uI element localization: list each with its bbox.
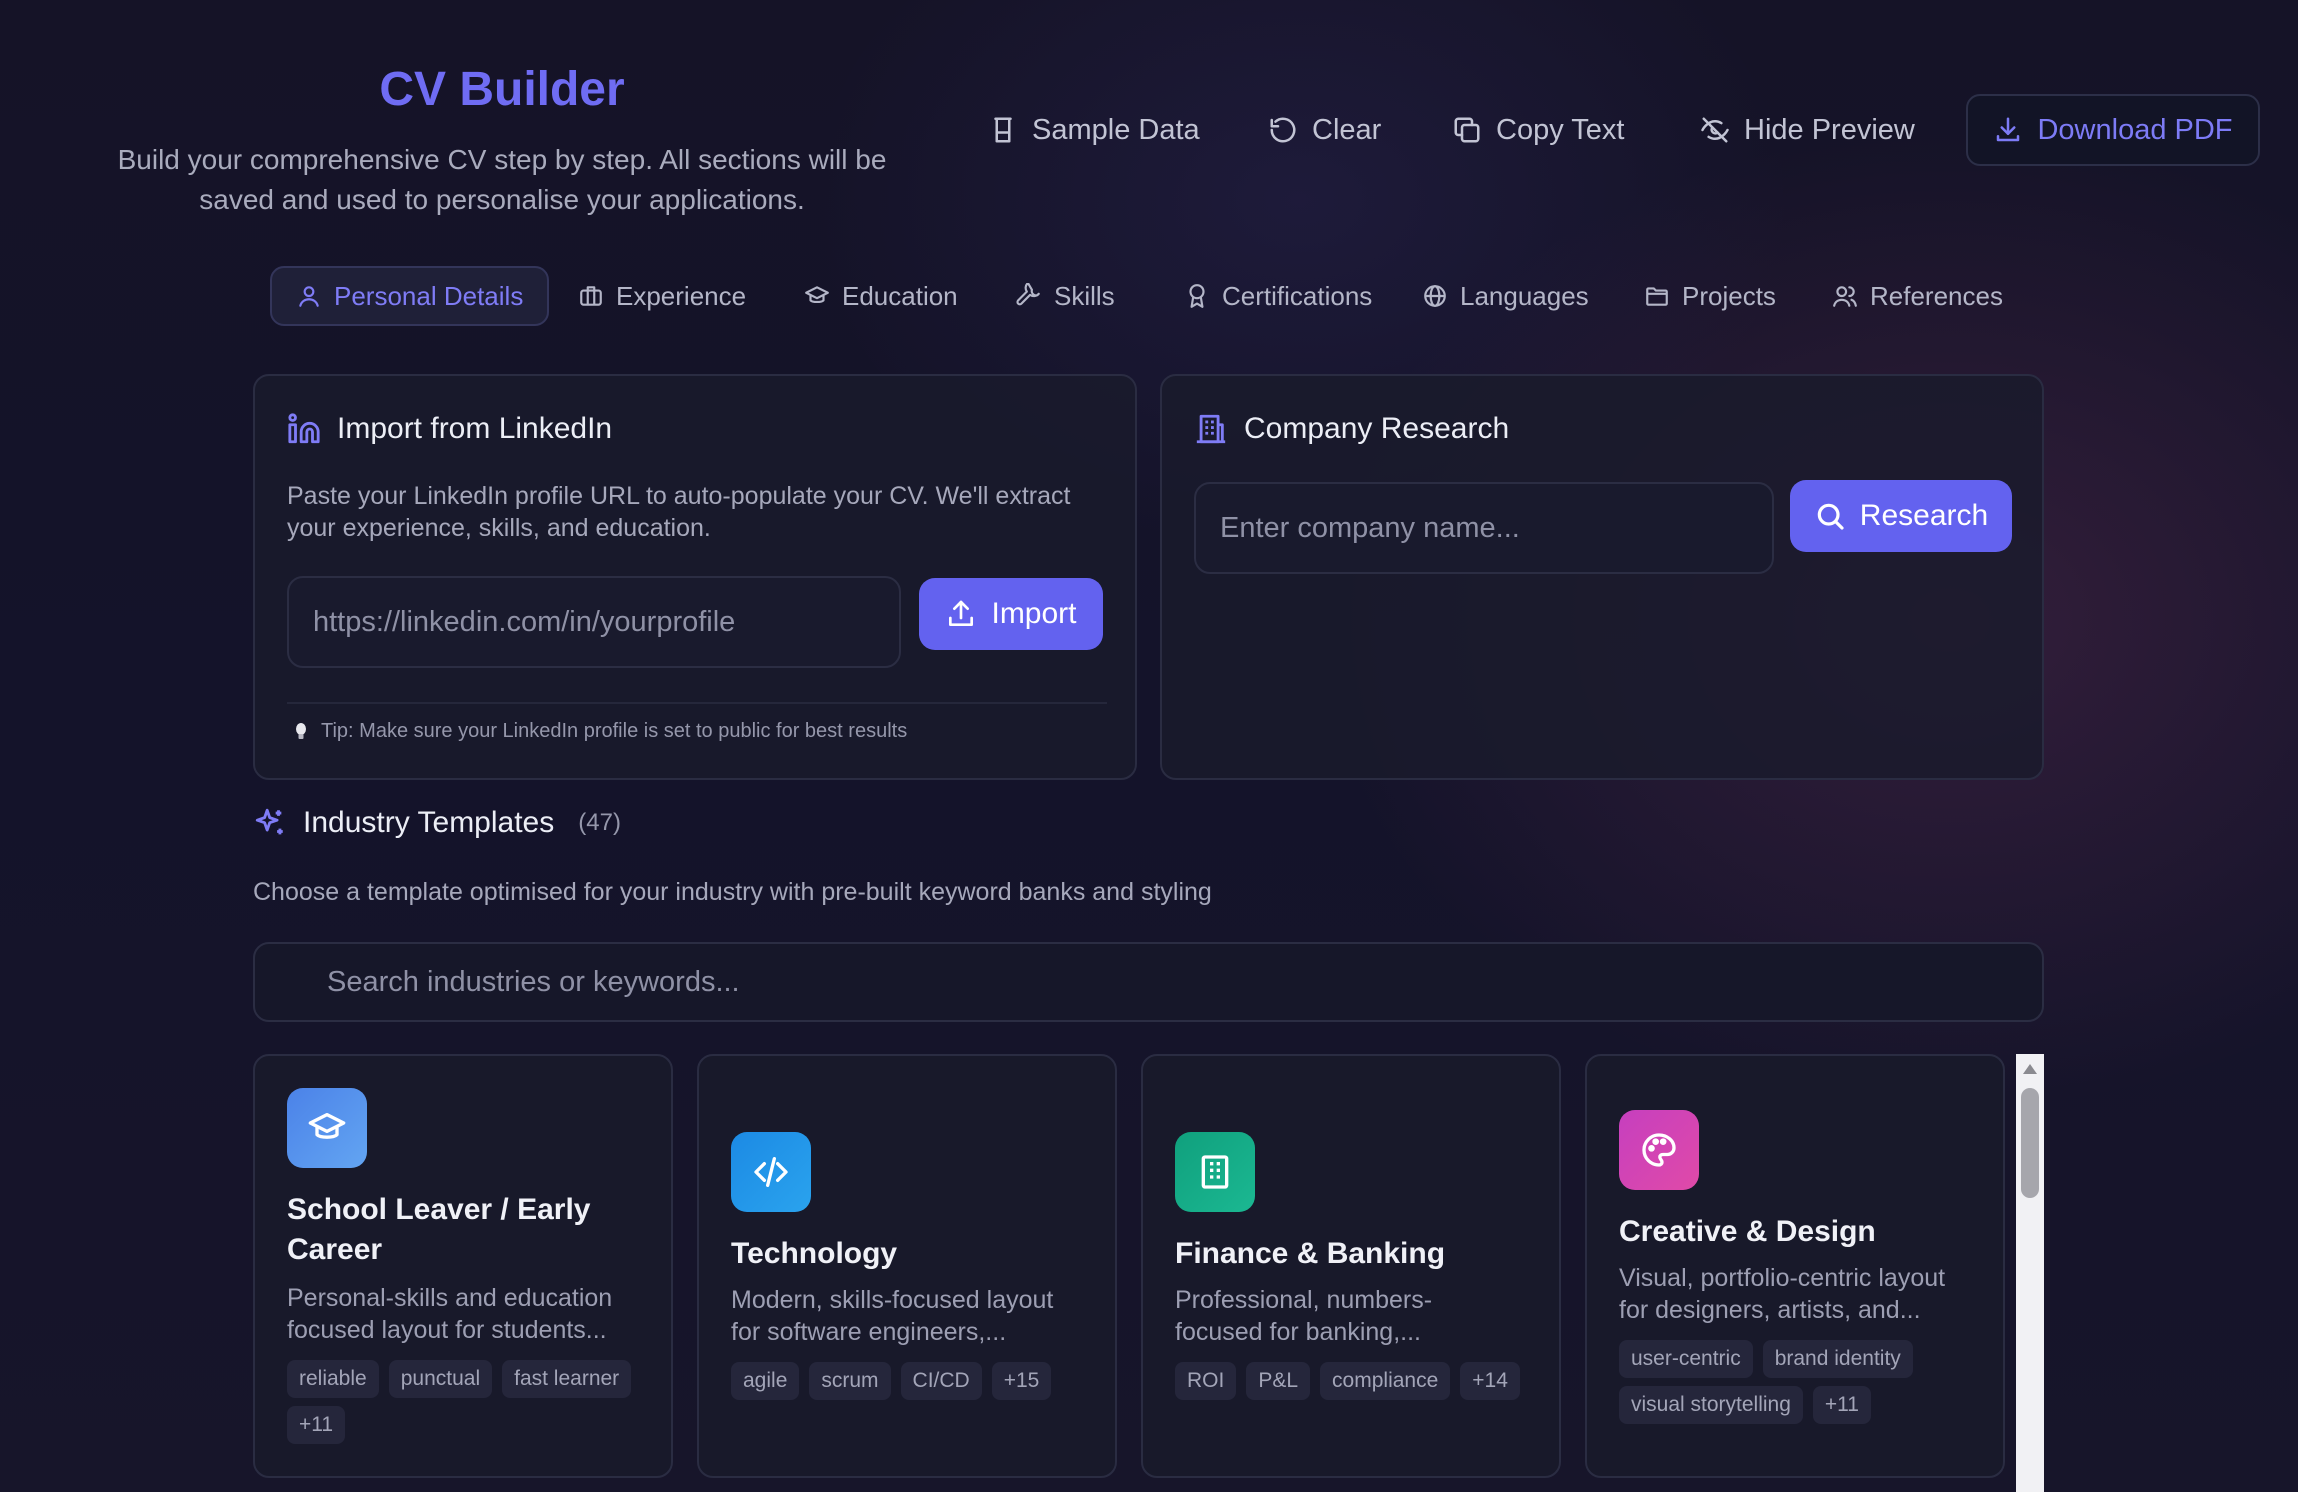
research-button[interactable]: Research xyxy=(1790,480,2012,552)
upload-icon xyxy=(945,598,977,630)
template-name: Creative & Design xyxy=(1619,1215,1876,1248)
template-tags: reliable punctual fast learner +11 xyxy=(287,1360,651,1444)
eye-off-icon xyxy=(1700,115,1730,145)
linkedin-icon xyxy=(287,412,321,446)
user-icon xyxy=(296,283,322,309)
graduation-cap-icon xyxy=(287,1088,367,1168)
linkedin-tip: Tip: Make sure your LinkedIn profile is … xyxy=(293,720,907,743)
download-pdf-button[interactable]: Download PDF xyxy=(1966,94,2260,166)
download-icon xyxy=(1993,115,2023,145)
more-tags-badge: +14 xyxy=(1460,1362,1520,1400)
code-icon xyxy=(731,1132,811,1212)
copy-text-button[interactable]: Copy Text xyxy=(1452,95,1624,165)
rotate-ccw-icon xyxy=(1268,115,1298,145)
research-card-title: Company Research xyxy=(1194,412,1509,446)
more-tags-badge: +15 xyxy=(991,1362,1052,1400)
template-tags: agile scrum CI/CD +15 xyxy=(731,1362,1095,1400)
template-description: Personal-skills and education focused la… xyxy=(287,1284,613,1344)
keyword-tag: reliable xyxy=(287,1360,379,1398)
keyword-tag: visual storytelling xyxy=(1619,1386,1803,1424)
keyword-tag: fast learner xyxy=(502,1360,632,1398)
globe-icon xyxy=(1422,283,1448,309)
app-subtitle: Build your comprehensive CV step by step… xyxy=(117,144,887,215)
tab-experience[interactable]: Experience xyxy=(554,266,770,326)
template-card-creative-design[interactable]: Creative & Design Visual, portfolio-cent… xyxy=(1585,1054,2005,1478)
scroll-up-arrow[interactable] xyxy=(2023,1064,2037,1074)
template-description: Modern, skills-focused layout for softwa… xyxy=(731,1286,1054,1346)
briefcase-icon xyxy=(578,283,604,309)
template-tags: ROI P&L compliance +14 xyxy=(1175,1362,1539,1400)
copy-icon xyxy=(1452,115,1482,145)
more-tags-badge: +11 xyxy=(287,1406,346,1444)
linkedin-url-input[interactable]: https://linkedin.com/in/yourprofile xyxy=(287,576,901,668)
import-button[interactable]: Import xyxy=(919,578,1103,650)
clear-button[interactable]: Clear xyxy=(1268,95,1381,165)
keyword-tag: user-centric xyxy=(1619,1340,1753,1378)
keyword-tag: CI/CD xyxy=(900,1362,982,1400)
divider xyxy=(287,702,1107,704)
template-name: School Leaver / Early Career xyxy=(287,1193,591,1266)
templates-scrollbar[interactable] xyxy=(2016,1054,2044,1492)
keyword-tag: agile xyxy=(731,1362,800,1400)
app-title: CV Builder xyxy=(379,63,625,116)
company-name-input[interactable]: Enter company name... xyxy=(1194,482,1774,574)
linkedin-description: Paste your LinkedIn profile URL to auto-… xyxy=(287,482,1071,542)
keyword-tag: brand identity xyxy=(1762,1340,1913,1378)
lightbulb-icon xyxy=(293,722,309,742)
tab-skills[interactable]: Skills xyxy=(992,266,1139,326)
wrench-icon xyxy=(1016,283,1042,309)
keyword-tag: ROI xyxy=(1175,1362,1237,1400)
award-icon xyxy=(1184,283,1210,309)
template-card-technology[interactable]: Technology Modern, skills-focused layout… xyxy=(697,1054,1117,1478)
tab-education[interactable]: Education xyxy=(780,266,982,326)
flask-icon xyxy=(988,115,1018,145)
palette-icon xyxy=(1619,1110,1699,1190)
tab-references[interactable]: References xyxy=(1808,266,2027,326)
templates-description: Choose a template optimised for your ind… xyxy=(253,878,1212,906)
keyword-tag: P&L xyxy=(1246,1362,1311,1400)
scrollbar-thumb[interactable] xyxy=(2021,1088,2039,1198)
industry-search-input[interactable]: Search industries or keywords... xyxy=(253,942,2044,1022)
building-icon xyxy=(1194,412,1228,446)
tab-projects[interactable]: Projects xyxy=(1620,266,1800,326)
building-icon xyxy=(1175,1132,1255,1212)
template-description: Professional, numbers- focused for banki… xyxy=(1175,1286,1433,1346)
more-tags-badge: +11 xyxy=(1812,1386,1871,1424)
keyword-tag: punctual xyxy=(388,1360,493,1398)
templates-header: Industry Templates (47) xyxy=(253,806,621,840)
tab-certifications[interactable]: Certifications xyxy=(1160,266,1396,326)
keyword-tag: scrum xyxy=(809,1362,891,1400)
users-icon xyxy=(1832,283,1858,309)
template-card-finance-banking[interactable]: Finance & Banking Professional, numbers-… xyxy=(1141,1054,1561,1478)
templates-count: (47) xyxy=(578,809,621,836)
hide-preview-button[interactable]: Hide Preview xyxy=(1700,95,1915,165)
template-tags: user-centric brand identity visual story… xyxy=(1619,1340,1983,1424)
tab-languages[interactable]: Languages xyxy=(1398,266,1613,326)
keyword-tag: compliance xyxy=(1320,1362,1451,1400)
template-name: Technology xyxy=(731,1237,898,1270)
template-card-school-leaver[interactable]: School Leaver / Early Career Personal-sk… xyxy=(253,1054,673,1478)
company-research-card: Company Research Enter company name... R… xyxy=(1160,374,2044,780)
template-name: Finance & Banking xyxy=(1175,1237,1446,1270)
graduation-cap-icon xyxy=(804,283,830,309)
template-description: Visual, portfolio-centric layout for des… xyxy=(1619,1264,1946,1324)
linkedin-import-card: Import from LinkedIn Paste your LinkedIn… xyxy=(253,374,1137,780)
linkedin-card-title: Import from LinkedIn xyxy=(287,412,612,446)
sparkles-icon xyxy=(253,806,287,840)
folder-icon xyxy=(1644,283,1670,309)
tab-personal-details[interactable]: Personal Details xyxy=(270,266,550,326)
sample-data-button[interactable]: Sample Data xyxy=(988,95,1200,165)
templates-title: Industry Templates xyxy=(303,806,555,839)
search-icon xyxy=(1814,500,1846,532)
